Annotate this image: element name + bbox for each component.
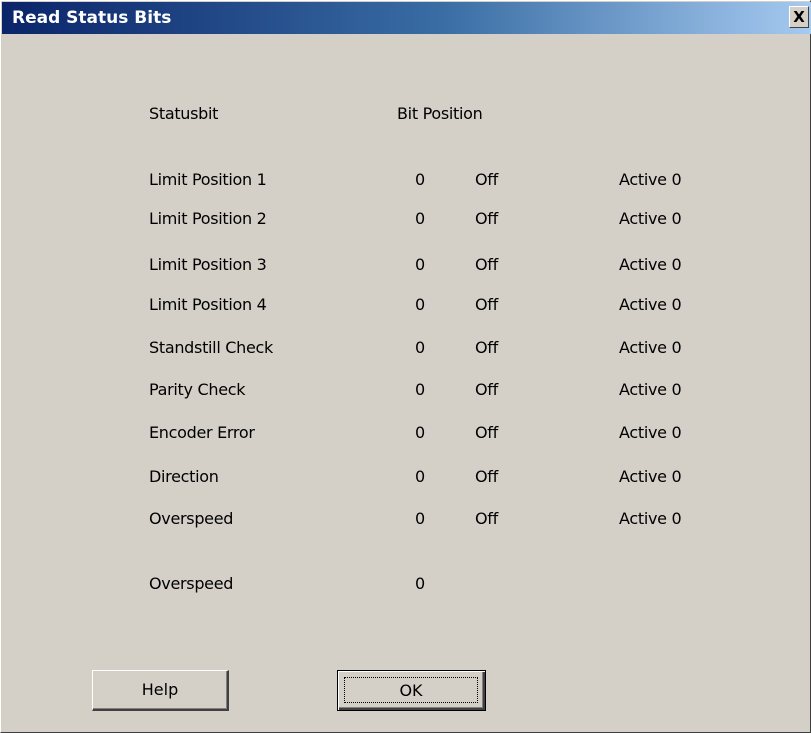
status-active: Active 0 xyxy=(619,295,682,314)
status-state: Off xyxy=(475,509,498,528)
status-value: 0 xyxy=(415,423,425,442)
status-value: 0 xyxy=(415,338,425,357)
status-active: Active 0 xyxy=(619,255,682,274)
status-active: Active 0 xyxy=(619,467,682,486)
close-button[interactable]: X xyxy=(789,6,809,28)
status-label: Limit Position 4 xyxy=(149,295,267,314)
status-value: 0 xyxy=(415,467,425,486)
status-value: 0 xyxy=(415,380,425,399)
status-value: 0 xyxy=(415,209,425,228)
status-state: Off xyxy=(475,209,498,228)
status-value: 0 xyxy=(415,170,425,189)
ok-button-label: OK xyxy=(344,677,478,703)
status-state: Off xyxy=(475,255,498,274)
status-label: Overspeed xyxy=(149,509,234,528)
status-active: Active 0 xyxy=(619,338,682,357)
status-state: Off xyxy=(475,170,498,189)
title-bar[interactable]: Read Status Bits X xyxy=(2,2,811,34)
status-state: Off xyxy=(475,467,498,486)
overspeed-summary-value: 0 xyxy=(415,574,425,593)
ok-button[interactable]: OK xyxy=(337,670,486,711)
statusbit-header: Statusbit xyxy=(149,104,219,123)
status-value: 0 xyxy=(415,295,425,314)
status-state: Off xyxy=(475,338,498,357)
status-active: Active 0 xyxy=(619,380,682,399)
status-value: 0 xyxy=(415,509,425,528)
status-label: Limit Position 3 xyxy=(149,255,267,274)
overspeed-summary-label: Overspeed xyxy=(149,574,234,593)
status-label: Limit Position 2 xyxy=(149,209,267,228)
status-label: Encoder Error xyxy=(149,423,255,442)
status-state: Off xyxy=(475,295,498,314)
help-button[interactable]: Help xyxy=(92,670,229,711)
status-active: Active 0 xyxy=(619,170,682,189)
status-label: Standstill Check xyxy=(149,338,273,357)
status-active: Active 0 xyxy=(619,209,682,228)
status-state: Off xyxy=(475,423,498,442)
status-state: Off xyxy=(475,380,498,399)
status-label: Parity Check xyxy=(149,380,246,399)
status-bits-dialog: Read Status Bits X Statusbit Bit Positio… xyxy=(0,0,811,733)
status-active: Active 0 xyxy=(619,509,682,528)
window-title: Read Status Bits xyxy=(12,8,172,28)
status-label: Direction xyxy=(149,467,219,486)
status-label: Limit Position 1 xyxy=(149,170,267,189)
status-value: 0 xyxy=(415,255,425,274)
bit-position-header: Bit Position xyxy=(397,104,483,123)
status-active: Active 0 xyxy=(619,423,682,442)
